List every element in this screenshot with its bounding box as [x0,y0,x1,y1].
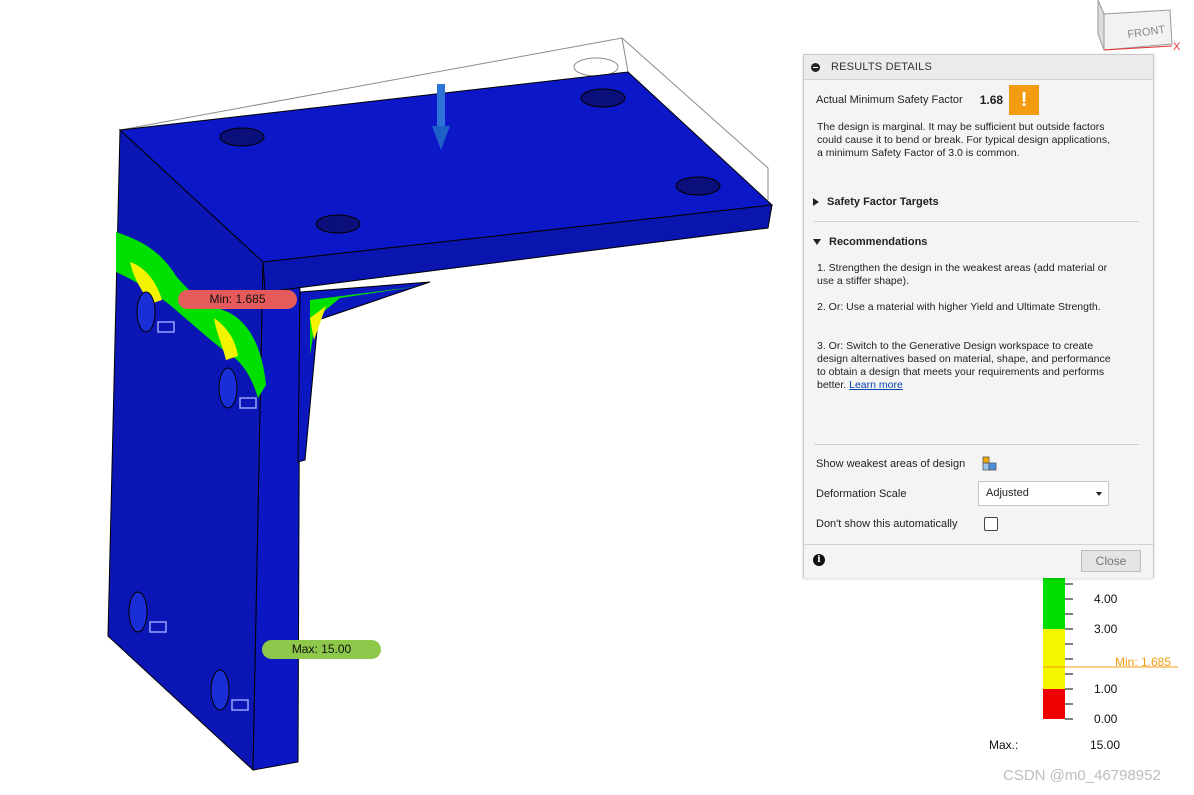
legend-max-label: Max.: [989,738,1019,752]
safety-factor-value: 1.68 [979,93,1004,107]
chevron-down-icon [1096,492,1102,496]
divider [814,221,1139,222]
viewcube-axis-x: X [1173,41,1181,53]
recommendations-toggle[interactable]: Recommendations [813,236,927,248]
legend-tick-0: 0.00 [1094,712,1118,726]
divider [814,444,1139,445]
bracket-model [107,71,774,772]
min-probe-label[interactable]: Min: 1.685 [178,290,297,309]
deformation-scale-select[interactable]: Adjusted [978,481,1109,506]
safety-factor-targets-label: Safety Factor Targets [827,196,939,208]
watermark: CSDN @m0_46798952 [1003,767,1161,784]
viewcube[interactable]: FRONT X [1097,0,1181,53]
deformation-scale-label: Deformation Scale [816,488,907,500]
panel-footer: i Close [804,544,1153,578]
results-details-panel: RESULTS DETAILS Actual Minimum Safety Fa… [803,54,1154,578]
legend-tick-1: 1.00 [1094,682,1118,696]
dont-show-checkbox[interactable] [984,517,998,531]
recommendation-item: 3. Or: Switch to the Generative Design w… [817,340,1117,392]
recommendation-item: 1. Strengthen the design in the weakest … [817,262,1108,287]
expand-arrow-icon [813,198,819,206]
safety-factor-targets-toggle[interactable]: Safety Factor Targets [813,196,939,208]
show-weakest-areas-icon[interactable] [982,456,997,471]
dont-show-label: Don't show this automatically [816,518,958,530]
learn-more-link[interactable]: Learn more [849,379,903,391]
collapse-arrow-icon [813,239,821,245]
info-icon[interactable]: i [813,554,825,566]
close-button[interactable]: Close [1081,550,1141,572]
safety-factor-label: Actual Minimum Safety Factor [816,94,963,106]
show-weakest-label: Show weakest areas of design [816,458,966,470]
legend-min-marker-label: Min: 1.685 [1115,655,1172,669]
safety-factor-row: Actual Minimum Safety Factor 1.68 ! [816,85,1136,115]
result-description: The design is marginal. It may be suffic… [817,121,1111,159]
panel-title: RESULTS DETAILS [831,61,933,73]
collapse-icon[interactable] [811,62,820,72]
legend-tick-3: 3.00 [1094,622,1118,636]
recommendation-item: 2. Or: Use a material with higher Yield … [817,301,1101,313]
legend-tick-4: 4.00 [1094,592,1118,606]
deformation-scale-value: Adjusted [986,487,1029,499]
max-probe-label[interactable]: Max: 15.00 [262,640,381,659]
panel-header[interactable]: RESULTS DETAILS [804,55,1153,80]
warning-icon: ! [1009,85,1040,115]
legend-max-value: 15.00 [1090,738,1121,752]
recommendations-label: Recommendations [829,236,928,248]
